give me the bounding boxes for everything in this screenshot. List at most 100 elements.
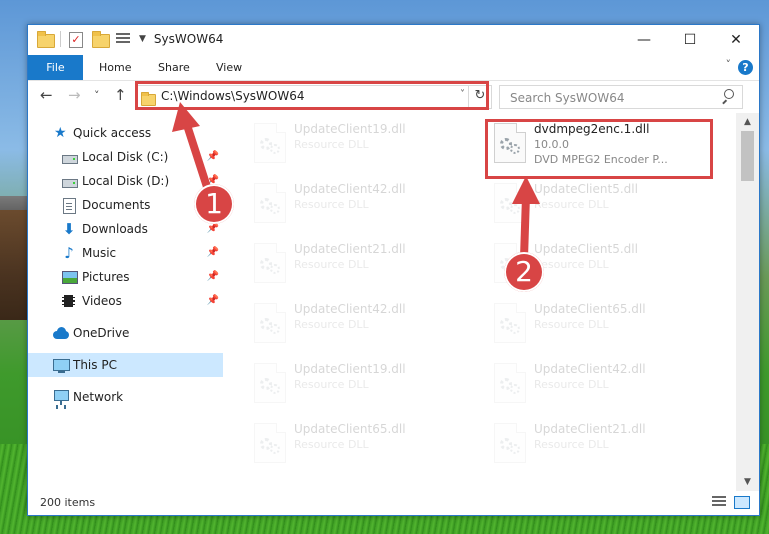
sidebar-item-videos[interactable]: Videos 📌	[28, 289, 223, 313]
properties-icon[interactable]: ✓	[67, 31, 85, 48]
file-tile[interactable]: UpdateClient21.dll Resource DLL	[224, 233, 454, 289]
toolbar-separator	[60, 31, 61, 47]
file-tile-dvdmpeg2enc[interactable]: dvdmpeg2enc.1.dll 10.0.0 DVD MPEG2 Encod…	[464, 113, 694, 169]
address-dropdown-icon[interactable]: ˅	[460, 89, 465, 100]
dll-file-icon	[254, 423, 286, 463]
scroll-up-icon[interactable]: ▲	[736, 117, 759, 127]
search-icon[interactable]	[720, 89, 734, 103]
sidebar-item-label: Music	[82, 246, 117, 260]
pin-icon[interactable]: 📌	[207, 265, 219, 289]
back-arrow-icon[interactable]: ←	[40, 86, 53, 104]
gear-icon	[270, 384, 280, 394]
file-type: Resource DLL	[294, 138, 369, 151]
file-name: UpdateClient5.dll	[534, 242, 638, 256]
step-1-badge: 1	[194, 184, 234, 224]
file-tile[interactable]: UpdateClient19.dll Resource DLL	[224, 113, 454, 169]
gear-icon	[510, 384, 520, 394]
file-tile[interactable]: UpdateClient42.dll Resource DLL	[224, 173, 454, 229]
sidebar-item-network[interactable]: Network	[28, 385, 223, 409]
tab-share[interactable]: Share	[158, 55, 190, 80]
gear-icon	[270, 144, 280, 154]
pictures-icon	[61, 269, 78, 285]
file-type: Resource DLL	[534, 438, 609, 451]
file-tile[interactable]: UpdateClient42.dll Resource DLL	[464, 353, 694, 409]
file-tile[interactable]: UpdateClient65.dll Resource DLL	[224, 413, 454, 469]
dll-file-icon	[494, 423, 526, 463]
help-icon[interactable]: ?	[738, 60, 753, 75]
folder-icon	[141, 90, 156, 106]
file-type: Resource DLL	[534, 198, 609, 211]
file-name: dvdmpeg2enc.1.dll	[534, 122, 650, 136]
file-type: Resource DLL	[534, 258, 609, 271]
qat-dropdown-icon[interactable]: ▼	[139, 34, 146, 44]
file-type: Resource DLL	[294, 318, 369, 331]
sidebar-item-local-disk-d[interactable]: Local Disk (D:) 📌	[28, 169, 223, 193]
sidebar-item-local-disk-c[interactable]: Local Disk (C:) 📌	[28, 145, 223, 169]
file-type: Resource DLL	[294, 378, 369, 391]
search-input[interactable]	[508, 88, 712, 108]
tab-home[interactable]: Home	[99, 55, 131, 80]
file-tile[interactable]: UpdateClient19.dll Resource DLL	[224, 353, 454, 409]
refresh-icon[interactable]: ↻	[468, 85, 491, 107]
vertical-scrollbar[interactable]: ▲ ▼	[736, 113, 759, 491]
forward-arrow-icon[interactable]: →	[68, 86, 81, 104]
folder-icon	[36, 31, 55, 48]
sidebar-item-this-pc[interactable]: This PC	[28, 353, 223, 377]
sidebar-item-downloads[interactable]: ⬇ Downloads 📌	[28, 217, 223, 241]
pin-icon[interactable]: 📌	[207, 145, 219, 169]
minimize-button[interactable]: —	[621, 25, 667, 55]
file-tile[interactable]: UpdateClient21.dll Resource DLL	[464, 413, 694, 469]
file-tile[interactable]: UpdateClient42.dll Resource DLL	[224, 293, 454, 349]
scroll-thumb[interactable]	[741, 131, 754, 181]
drive-icon	[61, 173, 78, 189]
details-view-icon[interactable]	[712, 496, 728, 509]
sidebar-item-label: Local Disk (C:)	[82, 150, 169, 164]
sidebar-item-music[interactable]: ♪ Music 📌	[28, 241, 223, 265]
quick-access-toolbar: ✓ ▼ SysWOW64	[36, 31, 223, 48]
pin-icon[interactable]: 📌	[207, 241, 219, 265]
drive-icon	[61, 149, 78, 165]
gear-icon	[510, 324, 520, 334]
item-count: 200 items	[40, 496, 96, 509]
sidebar-item-quick-access[interactable]: ★ Quick access	[28, 121, 223, 145]
scroll-down-icon[interactable]: ▼	[736, 477, 759, 487]
ribbon-collapse-icon[interactable]: ˅	[726, 58, 732, 71]
gear-icon	[510, 444, 520, 454]
pin-icon[interactable]: 📌	[207, 289, 219, 313]
file-name: UpdateClient42.dll	[294, 302, 406, 316]
file-type: Resource DLL	[294, 198, 369, 211]
recent-locations-icon[interactable]: ˅	[94, 89, 100, 102]
close-button[interactable]: ✕	[713, 25, 759, 55]
file-name: UpdateClient19.dll	[294, 122, 406, 136]
dll-file-icon	[254, 243, 286, 283]
file-tile[interactable]: UpdateClient65.dll Resource DLL	[464, 293, 694, 349]
dll-file-icon	[494, 303, 526, 343]
dll-file-icon	[254, 183, 286, 223]
new-folder-icon[interactable]	[91, 31, 110, 48]
address-path[interactable]: C:\Windows\SysWOW64	[161, 89, 305, 103]
tab-view[interactable]: View	[216, 55, 242, 80]
customize-menu-icon[interactable]	[115, 31, 133, 47]
gear-icon	[270, 204, 280, 214]
window-controls: — ☐ ✕	[621, 25, 759, 55]
sidebar-item-label: Downloads	[82, 222, 148, 236]
file-tile[interactable]: UpdateClient5.dll Resource DLL	[464, 173, 694, 229]
address-bar[interactable]: C:\Windows\SysWOW64 ˅	[136, 85, 492, 109]
onedrive-cloud-icon	[53, 325, 69, 341]
file-tile[interactable]: UpdateClient5.dll Resource DLL	[464, 233, 694, 289]
file-name: UpdateClient21.dll	[534, 422, 646, 436]
dll-file-icon	[494, 363, 526, 403]
tab-file[interactable]: File	[28, 55, 83, 80]
tiles-view-icon[interactable]	[734, 496, 750, 509]
maximize-button[interactable]: ☐	[667, 25, 713, 55]
sidebar-item-label: This PC	[73, 358, 117, 372]
sidebar-item-label: OneDrive	[73, 326, 130, 340]
file-name: UpdateClient5.dll	[534, 182, 638, 196]
sidebar-item-pictures[interactable]: Pictures 📌	[28, 265, 223, 289]
up-arrow-icon[interactable]: ↑	[114, 86, 127, 104]
sidebar-item-onedrive[interactable]: OneDrive	[28, 321, 223, 345]
search-box[interactable]	[499, 85, 743, 109]
file-name: UpdateClient65.dll	[294, 422, 406, 436]
file-description: DVD MPEG2 Encoder P...	[534, 153, 668, 166]
sidebar-item-label: Pictures	[82, 270, 130, 284]
